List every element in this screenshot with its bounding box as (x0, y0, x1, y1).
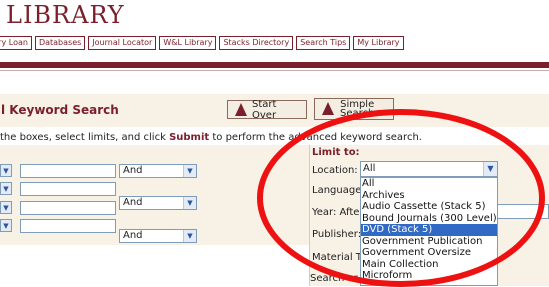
location-option-dvd[interactable]: DVD (Stack 5) (361, 224, 497, 236)
header-thin-divider (0, 70, 549, 71)
instructions-post: to perform the advanced keyword search. (209, 132, 422, 143)
year-input[interactable] (495, 204, 549, 219)
nav-tab-stacks-directory[interactable]: Stacks Directory (219, 36, 294, 50)
nav-tab-wl-library[interactable]: W&L Library (159, 36, 217, 50)
publisher-label: Publisher: (312, 229, 362, 240)
chevron-down-icon: ▼ (483, 162, 497, 176)
nav-tab-search-tips[interactable]: Search Tips (296, 36, 351, 50)
simple-search-label-line2: Search (340, 108, 375, 119)
instructions-submit: Submit (169, 132, 210, 143)
top-nav: rary Loan Databases Journal Locator W&L … (0, 36, 404, 50)
simple-search-button[interactable]: Simple Search (314, 98, 394, 120)
chevron-down-icon: ▼ (183, 230, 196, 242)
field-select-2-dropdown[interactable]: ▼ (0, 182, 12, 195)
header-divider (0, 62, 549, 68)
logo-text: LIBRARY (6, 1, 125, 29)
operator-value-1: And (123, 165, 143, 176)
search-term-input-1[interactable] (20, 164, 116, 178)
field-select-4-dropdown[interactable]: ▼ (0, 219, 12, 232)
search-term-input-4[interactable] (20, 219, 116, 233)
nav-tab-journal-locator[interactable]: Journal Locator (88, 36, 157, 50)
language-label: Language (312, 185, 362, 196)
location-selected-value: All (363, 163, 376, 174)
arrow-up-icon (234, 102, 247, 117)
location-label: Location: (312, 165, 358, 176)
start-over-button[interactable]: Start Over (227, 98, 307, 121)
location-option-main-collection[interactable]: Main Collection (361, 259, 497, 271)
simple-search-label: Simple Search (340, 100, 375, 119)
chevron-down-icon: ▼ (183, 165, 196, 177)
chevron-down-icon: ▼ (183, 197, 196, 209)
search-term-input-2[interactable] (20, 182, 116, 196)
location-option-all[interactable]: All (361, 178, 497, 190)
instructions: the boxes, select limits, and click Subm… (0, 132, 422, 143)
start-over-label: Start Over (252, 98, 277, 121)
location-select[interactable]: All ▼ (360, 161, 498, 177)
operator-value-3: And (123, 230, 143, 241)
operator-value-2: And (123, 197, 143, 208)
field-select-1-dropdown[interactable]: ▼ (0, 164, 12, 177)
search-area-label: Search ar (310, 273, 358, 284)
year-label: Year: Afte (312, 207, 360, 218)
location-dropdown-list[interactable]: All Archives Audio Cassette (Stack 5) Bo… (360, 177, 498, 286)
arrow-up-icon (321, 102, 335, 116)
chevron-down-icon: ▼ (3, 203, 9, 212)
operator-select-1[interactable]: And ▼ (119, 164, 197, 178)
chevron-down-icon: ▼ (3, 184, 9, 193)
location-option-archives[interactable]: Archives (361, 190, 497, 202)
location-option-government-oversize[interactable]: Government Oversize (361, 247, 497, 259)
field-select-3-dropdown[interactable]: ▼ (0, 201, 12, 214)
instructions-pre: the boxes, select limits, and click (0, 132, 170, 143)
library-logo: LIBRARY (6, 1, 125, 29)
chevron-down-icon: ▼ (3, 166, 9, 175)
limit-title: Limit to: (312, 147, 360, 158)
location-option-microform[interactable]: Microform (361, 270, 497, 282)
nav-tab-interlibrary-loan[interactable]: rary Loan (0, 36, 32, 50)
nav-tab-my-library[interactable]: My Library (353, 36, 404, 50)
nav-tab-databases[interactable]: Databases (34, 36, 86, 50)
material-type-label: Material T (312, 252, 362, 263)
operator-select-3[interactable]: And ▼ (119, 229, 197, 243)
search-term-input-3[interactable] (20, 201, 116, 215)
location-option-government-publication[interactable]: Government Publication (361, 236, 497, 248)
chevron-down-icon: ▼ (3, 221, 9, 230)
operator-select-2[interactable]: And ▼ (119, 196, 197, 210)
location-option-bound-journals[interactable]: Bound Journals (300 Level) (361, 213, 497, 225)
page-title: l Keyword Search (1, 103, 119, 117)
location-option-audio-cassette[interactable]: Audio Cassette (Stack 5) (361, 201, 497, 213)
